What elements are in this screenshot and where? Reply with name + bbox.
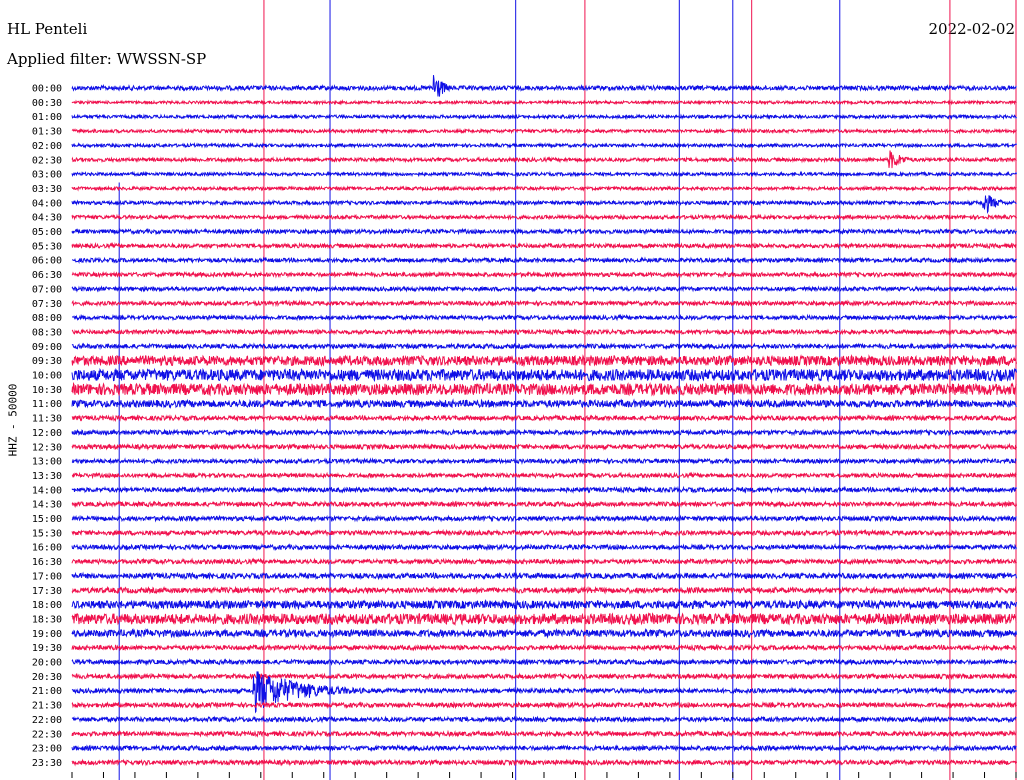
trace-line-1030 — [71, 381, 1017, 397]
trace-line-0000 — [71, 75, 1017, 97]
trace-line-1800 — [71, 599, 1017, 611]
time-label: 05:30 — [32, 241, 62, 252]
time-label: 10:00 — [32, 371, 62, 382]
trace-line-0300 — [71, 170, 1017, 178]
time-label: 09:00 — [32, 342, 62, 353]
time-label: 17:30 — [32, 586, 62, 597]
trace-line-0600 — [71, 256, 1017, 265]
time-label: 04:30 — [32, 213, 62, 224]
trace-line-2000 — [71, 657, 1017, 667]
time-label: 19:30 — [32, 643, 62, 654]
time-label: 04:00 — [32, 198, 62, 209]
time-label: 08:00 — [32, 313, 62, 324]
trace-line-2230 — [71, 729, 1017, 738]
trace-line-1930 — [71, 643, 1017, 652]
time-label: 02:30 — [32, 155, 62, 166]
trace-line-0530 — [71, 241, 1017, 250]
trace-line-1500 — [71, 514, 1017, 523]
time-label: 10:30 — [32, 385, 62, 396]
time-label: 02:00 — [32, 141, 62, 152]
trace-line-0930 — [71, 354, 1017, 368]
trace-line-1130 — [71, 413, 1017, 423]
time-label: 18:30 — [32, 614, 62, 625]
time-label: 16:30 — [32, 557, 62, 568]
time-label: 16:00 — [32, 543, 62, 554]
trace-line-1100 — [71, 398, 1017, 409]
trace-line-1900 — [71, 627, 1017, 639]
seismic-traces — [71, 75, 1017, 767]
trace-line-1000 — [71, 367, 1017, 383]
trace-line-0130 — [71, 127, 1017, 135]
time-label: 13:30 — [32, 471, 62, 482]
trace-line-0200 — [71, 142, 1017, 149]
time-label: 15:00 — [32, 514, 62, 525]
trace-line-0030 — [71, 99, 1017, 106]
time-label: 06:00 — [32, 256, 62, 267]
time-labels: 00:00 00:30 01:00 01:30 02:00 02:30 03:00 03:30… — [32, 84, 62, 769]
time-label: 13:00 — [32, 457, 62, 468]
time-label: 15:30 — [32, 528, 62, 539]
time-label: 18:00 — [32, 600, 62, 611]
trace-line-1530 — [71, 528, 1017, 537]
time-label: 07:30 — [32, 299, 62, 310]
trace-line-0430 — [71, 213, 1017, 221]
trace-line-0500 — [71, 227, 1017, 236]
trace-line-0830 — [71, 328, 1017, 336]
trace-line-0730 — [71, 299, 1017, 308]
trace-line-1730 — [71, 585, 1017, 595]
trace-line-2300 — [71, 744, 1017, 753]
trace-line-1630 — [71, 557, 1017, 566]
trace-line-0100 — [71, 113, 1017, 121]
trace-line-1830 — [71, 612, 1017, 627]
trace-line-0900 — [71, 342, 1017, 351]
time-label: 14:30 — [32, 500, 62, 511]
trace-line-0630 — [71, 270, 1017, 279]
trace-line-1700 — [71, 571, 1017, 581]
time-label: 12:30 — [32, 442, 62, 453]
trace-line-0800 — [72, 313, 1017, 322]
time-label: 17:00 — [32, 571, 62, 582]
time-label: 03:00 — [32, 170, 62, 181]
bottom-axis — [71, 772, 1017, 778]
time-label: 20:30 — [32, 672, 62, 683]
time-label: 21:30 — [32, 701, 62, 712]
trace-line-0330 — [71, 185, 1017, 192]
time-label: 21:00 — [32, 686, 62, 697]
trace-line-1400 — [71, 485, 1017, 494]
time-label: 03:30 — [32, 184, 62, 195]
time-label: 11:30 — [32, 414, 62, 425]
helicorder-plot: 00:00 00:30 01:00 01:30 02:00 02:30 03:00 03:30… — [32, 0, 1017, 780]
time-label: 22:30 — [32, 729, 62, 740]
trace-line-2030 — [71, 672, 1017, 681]
time-label: 01:30 — [32, 127, 62, 138]
time-label: 19:00 — [32, 629, 62, 640]
time-label: 23:30 — [32, 758, 62, 769]
time-label: 11:00 — [32, 399, 62, 410]
time-label: 20:00 — [32, 658, 62, 669]
trace-line-2330 — [71, 758, 1017, 767]
time-label: 12:00 — [32, 428, 62, 439]
time-label: 08:30 — [32, 327, 62, 338]
time-label: 06:30 — [32, 270, 62, 281]
trace-line-0700 — [71, 285, 1017, 293]
time-label: 00:30 — [32, 98, 62, 109]
trace-line-1430 — [71, 500, 1017, 509]
trace-line-1300 — [71, 457, 1017, 465]
trace-line-1600 — [71, 543, 1017, 552]
trace-line-1230 — [71, 442, 1017, 451]
time-label: 00:00 — [32, 84, 62, 95]
trace-line-0230 — [71, 150, 1017, 169]
time-label: 22:00 — [32, 715, 62, 726]
time-label: 09:30 — [32, 356, 62, 367]
time-label: 01:00 — [32, 112, 62, 123]
time-label: 14:00 — [32, 485, 62, 496]
trace-line-0400 — [71, 195, 1017, 215]
trace-line-1330 — [71, 471, 1017, 480]
time-label: 23:00 — [32, 744, 62, 755]
trace-line-2130 — [71, 700, 1017, 710]
time-label: 05:00 — [32, 227, 62, 238]
trace-line-1200 — [71, 428, 1017, 437]
trace-line-2200 — [71, 715, 1017, 724]
time-label: 07:00 — [32, 284, 62, 295]
